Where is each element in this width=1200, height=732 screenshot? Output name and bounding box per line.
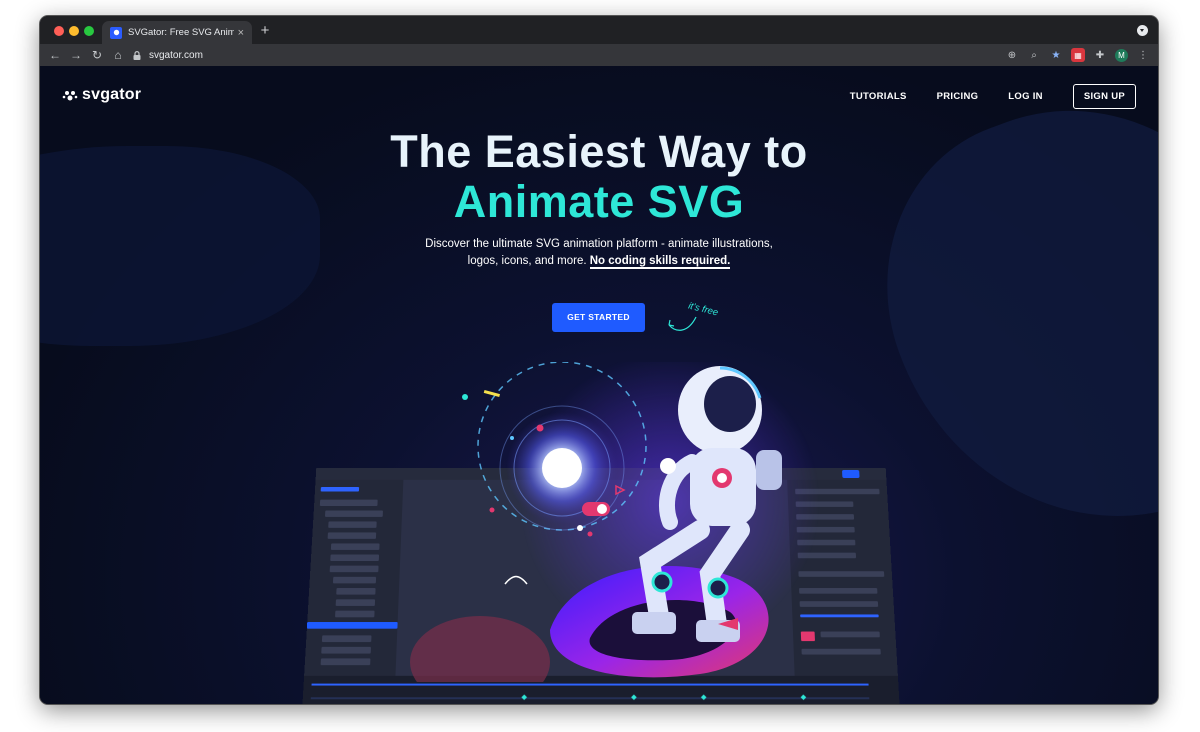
layer-row — [319, 499, 378, 506]
hero-subtitle-line2: logos, icons, and more. No coding skills… — [40, 253, 1158, 270]
particle — [577, 525, 583, 531]
profile-avatar[interactable]: M — [1115, 48, 1128, 62]
layer-row — [321, 635, 372, 643]
tab-search-icon[interactable] — [1137, 25, 1148, 36]
browser-window: SVGator: Free SVG Animation × + ← → ↻ ⌂ … — [40, 16, 1158, 704]
nav-login[interactable]: LOG IN — [1008, 91, 1043, 102]
layer-row — [330, 543, 380, 550]
sign-up-button[interactable]: SIGN UP — [1072, 84, 1136, 109]
backpack — [756, 450, 782, 490]
knee-joint — [707, 577, 729, 599]
timeline-track — [310, 697, 870, 700]
get-started-button[interactable]: GET STARTED — [552, 303, 645, 332]
nav-tutorials[interactable]: TUTORIALS — [850, 91, 907, 102]
svgator-logo[interactable]: svgator — [62, 86, 141, 104]
svgator-landing-page: svgator TUTORIALS PRICING LOG IN SIGN UP… — [40, 66, 1158, 704]
layer-row — [328, 521, 377, 528]
layer-row — [321, 646, 371, 654]
maximize-window-button[interactable] — [84, 26, 94, 36]
knee-joint — [651, 571, 673, 593]
tab-title: SVGator: Free SVG Animation — [128, 27, 234, 38]
minimize-window-button[interactable] — [69, 26, 79, 36]
lock-icon — [133, 50, 141, 60]
astronaut-boot — [632, 612, 676, 634]
particle — [483, 389, 500, 398]
hero-subtitle-line1: Discover the ultimate SVG animation plat… — [425, 238, 773, 250]
browser-tab-bar: SVGator: Free SVG Animation × + — [40, 16, 1158, 44]
layer-row — [336, 588, 376, 595]
star-core — [542, 448, 582, 488]
reload-icon[interactable]: ↻ — [88, 46, 106, 64]
particle — [462, 394, 468, 400]
toggle-knob — [597, 504, 607, 514]
hero-subtitle: Discover the ultimate SVG animation plat… — [40, 236, 1158, 270]
extensions-puzzle-icon[interactable]: ✚ — [1093, 48, 1107, 62]
sparkle — [504, 575, 528, 585]
url-text: svgator.com — [149, 49, 203, 61]
layer-row — [330, 554, 380, 562]
hero-subtitle-text: logos, icons, and more. — [467, 255, 587, 267]
svgator-logo-icon — [62, 91, 78, 101]
back-icon[interactable]: ← — [46, 46, 64, 64]
particle — [587, 531, 593, 537]
zoom-icon[interactable]: ⌕ — [1027, 48, 1041, 62]
layers-tab — [320, 487, 360, 492]
home-icon[interactable]: ⌂ — [109, 46, 127, 64]
layer-row — [324, 510, 383, 517]
layer-row — [327, 532, 377, 539]
svgator-favicon-icon — [110, 26, 122, 39]
address-bar[interactable]: svgator.com — [133, 47, 1005, 64]
browser-tab[interactable]: SVGator: Free SVG Animation × — [102, 21, 252, 44]
chest-badge-center — [717, 473, 727, 483]
astronaut-hand — [660, 458, 676, 474]
layer-row — [329, 565, 379, 573]
editor-export-button — [842, 469, 860, 479]
timeline-track — [311, 683, 869, 686]
extension-red-icon[interactable]: ▦ — [1071, 48, 1085, 62]
top-navigation: TUTORIALS PRICING LOG IN SIGN UP — [820, 84, 1136, 109]
bookmark-star-icon[interactable]: ★ — [1049, 48, 1063, 62]
astronaut-illustration — [410, 362, 820, 682]
layer-row — [335, 599, 376, 606]
editor-layers-panel — [304, 479, 404, 676]
layer-row — [332, 576, 377, 584]
hero-subtitle-emphasis: No coding skills required. — [589, 255, 731, 269]
red-planet — [410, 616, 550, 682]
browser-toolbar: ← → ↻ ⌂ svgator.com ⊕ ⌕ ★ ▦ ✚ M ⋮ — [40, 44, 1158, 66]
layer-row — [320, 658, 371, 666]
curved-arrow-icon — [668, 316, 697, 331]
logo-text: svgator — [82, 86, 142, 103]
close-window-button[interactable] — [54, 26, 64, 36]
new-tab-button[interactable]: + — [258, 23, 272, 38]
particle — [489, 507, 495, 513]
hero-title-line1: The Easiest Way to — [390, 126, 808, 177]
install-icon[interactable]: ⊕ — [1005, 48, 1019, 62]
layer-row-selected — [306, 622, 398, 629]
helmet-visor — [704, 376, 756, 432]
hero-title-line2: Animate SVG — [453, 176, 745, 227]
nav-pricing[interactable]: PRICING — [937, 91, 979, 102]
menu-kebab-icon[interactable]: ⋮ — [1136, 48, 1150, 62]
close-tab-icon[interactable]: × — [238, 27, 244, 39]
layer-row — [335, 610, 375, 618]
property-row — [820, 631, 880, 638]
particle — [536, 424, 544, 432]
forward-icon[interactable]: → — [67, 46, 85, 64]
particle — [510, 436, 514, 440]
